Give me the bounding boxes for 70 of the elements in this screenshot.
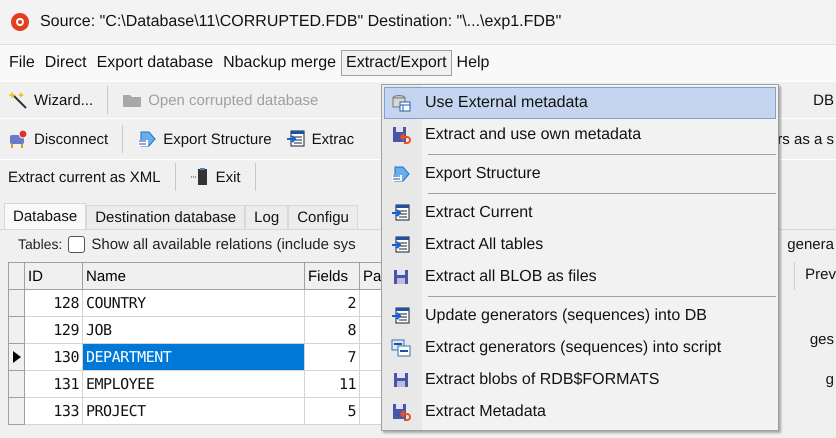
- table-cell: 5: [305, 398, 360, 425]
- table-cell: DEPARTMENT: [83, 344, 305, 371]
- sql-arrow-icon: [391, 164, 411, 184]
- table-cell: [360, 371, 382, 398]
- column-header[interactable]: Name: [83, 263, 305, 290]
- exit-door-icon: [190, 167, 210, 187]
- toolbar-button[interactable]: Extract current as XML: [4, 166, 165, 188]
- toolbar-button[interactable]: DB: [813, 92, 836, 108]
- menu-option[interactable]: Extract and use own metadata: [384, 119, 776, 151]
- toolbar-button[interactable]: Export Structure: [133, 126, 276, 152]
- preview-button[interactable]: Prev: [794, 262, 836, 290]
- table-import-icon: [391, 306, 411, 326]
- menu-option[interactable]: Extract generators (sequences) into script: [384, 332, 776, 364]
- table-import-icon: [391, 203, 411, 223]
- menu-item[interactable]: Help: [452, 50, 494, 76]
- menu-option[interactable]: Extract All tables: [384, 229, 776, 261]
- tables-label: Tables:: [18, 236, 62, 252]
- table-cell: 129: [25, 317, 83, 344]
- table-cell: 128: [25, 290, 83, 317]
- toolbar-button[interactable]: Extrac: [282, 126, 358, 152]
- database-icon: [391, 93, 411, 113]
- menu-item[interactable]: Nbackup merge: [218, 50, 342, 76]
- table-cell: [360, 398, 382, 425]
- magic-wand-icon: [8, 90, 28, 110]
- table-cell: 8: [305, 317, 360, 344]
- toolbar-button[interactable]: Exit: [186, 164, 245, 190]
- menu-option[interactable]: Extract Metadata: [384, 396, 776, 428]
- tab[interactable]: Log: [245, 205, 288, 229]
- table-cell: [360, 344, 382, 371]
- window-title: Source: "C:\Database\11\CORRUPTED.FDB" Destination: "\...\exp1.FDB": [40, 13, 562, 31]
- column-header[interactable]: ID: [25, 263, 83, 290]
- table-cell: PROJECT: [83, 398, 305, 425]
- sql-arrow-icon: [137, 129, 158, 149]
- table-cell: [360, 290, 382, 317]
- menu-option[interactable]: Export Structure: [384, 158, 776, 190]
- checkbox[interactable]: [68, 236, 86, 252]
- table-cell: [360, 317, 382, 344]
- table-import-icon: [391, 235, 411, 255]
- table-cell: 130: [25, 344, 83, 371]
- table-cell: JOB: [83, 317, 305, 344]
- table-cell: 133: [25, 398, 83, 425]
- table-cell: 2: [305, 290, 360, 317]
- toolbar-button[interactable]: Wizard...: [4, 87, 98, 113]
- column-header[interactable]: Fields: [305, 263, 360, 290]
- menu-item[interactable]: Export database: [92, 50, 218, 76]
- tab[interactable]: Destination database: [86, 205, 246, 229]
- toolbar-button[interactable]: Disconnect: [4, 126, 112, 152]
- text-fragment: genera: [787, 236, 835, 252]
- table-cell: 131: [25, 371, 83, 398]
- menu-item[interactable]: File: [4, 50, 40, 76]
- table-import-icon: [286, 129, 306, 149]
- text-fragment: g: [826, 371, 835, 390]
- table-cell: EMPLOYEE: [83, 371, 305, 398]
- app-logo-icon: [10, 12, 30, 32]
- tab[interactable]: Configu: [288, 205, 358, 229]
- floppy-disk-icon: [391, 125, 411, 145]
- menu-item[interactable]: Direct: [40, 50, 92, 76]
- menu-option[interactable]: Extract blobs of RDB$FORMATS: [384, 364, 776, 396]
- menu-option[interactable]: Update generators (sequences) into DB: [384, 300, 776, 332]
- menu-option[interactable]: Use External metadata: [384, 87, 776, 119]
- checkbox-label: Show all available relations (include sys: [91, 236, 356, 252]
- tab[interactable]: Database: [4, 203, 86, 229]
- table-cell: COUNTRY: [83, 290, 305, 317]
- menu-option[interactable]: Extract Current: [384, 197, 776, 229]
- table-cell: 11: [305, 371, 360, 398]
- menu-option[interactable]: Extract all BLOB as files: [384, 261, 776, 293]
- floppy-disk-icon: [391, 402, 411, 422]
- menu-item[interactable]: Extract/Export: [341, 50, 452, 76]
- row-indicator[interactable]: [8, 344, 25, 371]
- table-cell: 7: [305, 344, 360, 371]
